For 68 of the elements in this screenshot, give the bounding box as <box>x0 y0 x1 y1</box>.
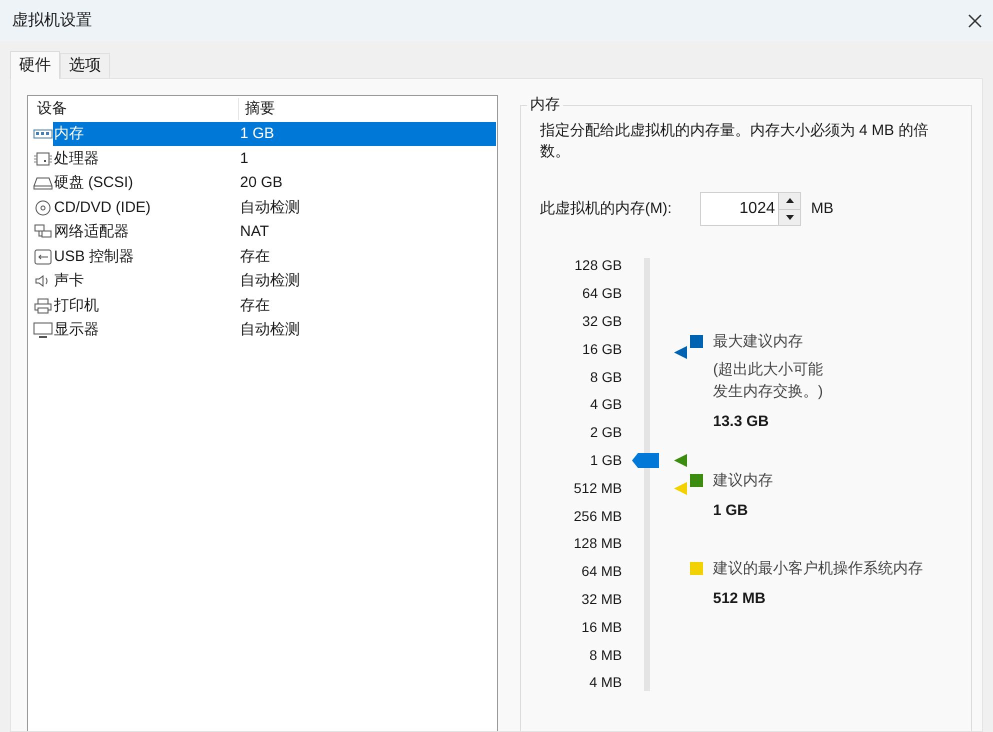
device-summary: NAT <box>240 222 269 242</box>
tick-label: 32 GB <box>582 312 622 331</box>
device-name: USB 控制器 <box>53 246 136 266</box>
device-row[interactable]: CD/DVD (IDE) 自动检测 <box>53 196 496 220</box>
device-summary: 存在 <box>240 246 270 266</box>
device-row[interactable]: 声卡 自动检测 <box>53 269 496 294</box>
legend-value: 13.3 GB <box>713 412 770 432</box>
tick-label: 32 MB <box>582 590 622 609</box>
device-summary: 自动检测 <box>240 198 300 218</box>
tick-label: 128 MB <box>574 534 622 554</box>
device-row[interactable]: 内存 1 GB <box>53 122 496 146</box>
cd-icon <box>33 200 53 216</box>
window-title: 虚拟机设置 <box>12 10 92 30</box>
unit-label: MB <box>811 198 834 219</box>
description-text: 指定分配给此虚拟机的内存量。内存大小必须为 4 MB 的倍数。 <box>540 121 930 162</box>
device-row[interactable]: 网络适配器 NAT <box>53 220 496 244</box>
legend-note: (超出此大小可能发生内存交换。) <box>713 360 824 402</box>
slider-thumb[interactable] <box>632 453 659 468</box>
tick-label: 64 GB <box>582 284 622 304</box>
device-name: 内存 <box>53 124 85 144</box>
device-row[interactable]: USB 控制器 存在 <box>53 244 496 269</box>
tick-label: 4 MB <box>589 673 622 692</box>
legend-label: 建议内存 <box>713 470 773 490</box>
device-name: 打印机 <box>53 296 100 316</box>
tick-label: 64 MB <box>582 562 622 582</box>
device-row[interactable]: 显示器 自动检测 <box>53 318 496 342</box>
tick-label: 8 MB <box>589 646 622 665</box>
tab[interactable]: 硬件 <box>10 51 60 79</box>
cpu-icon <box>33 150 53 167</box>
network-icon <box>33 224 53 240</box>
device-name: CD/DVD (IDE) <box>53 198 152 218</box>
legend-label: 建议的最小客户机操作系统内存 <box>713 559 923 579</box>
up-icon <box>786 198 794 204</box>
tick-label: 4 GB <box>590 395 622 414</box>
device-name: 声卡 <box>53 271 85 291</box>
tick-label: 8 GB <box>590 368 622 387</box>
tick-label: 256 MB <box>574 506 622 526</box>
device-name: 处理器 <box>53 148 100 168</box>
device-summary: 1 <box>240 148 248 168</box>
tab[interactable]: 选项 <box>60 53 110 78</box>
device-name: 硬盘 (SCSI) <box>53 173 134 193</box>
tick-label: 2 GB <box>590 423 622 442</box>
memory-spinbox[interactable]: 1024 <box>700 192 801 226</box>
legend-value: 1 GB <box>713 500 750 520</box>
close-icon[interactable] <box>967 12 983 28</box>
column-header[interactable]: 摘要 <box>239 98 275 120</box>
device-summary: 自动检测 <box>240 320 300 340</box>
tick-label: 1 GB <box>590 450 622 470</box>
field-label: 此虚拟机的内存(M): <box>540 198 673 219</box>
display-icon <box>33 322 53 338</box>
tick-label: 16 GB <box>582 340 622 359</box>
down-icon <box>786 214 794 220</box>
device-name: 显示器 <box>53 320 100 340</box>
tick-label: 16 MB <box>582 618 622 637</box>
legend-label: 最大建议内存 <box>713 332 804 352</box>
device-name: 网络适配器 <box>53 222 130 242</box>
device-summary: 20 GB <box>240 173 283 193</box>
column-header[interactable]: 设备 <box>33 98 239 120</box>
device-summary: 1 GB <box>240 124 274 144</box>
device-summary: 存在 <box>240 296 270 316</box>
device-row[interactable]: 打印机 存在 <box>53 294 496 318</box>
device-summary: 自动检测 <box>240 271 300 291</box>
printer-icon <box>33 298 53 314</box>
tick-label: 128 GB <box>574 256 622 276</box>
device-row[interactable]: 处理器 1 <box>53 146 496 171</box>
tick-label: 512 MB <box>574 478 622 498</box>
device-row[interactable]: 硬盘 (SCSI) 20 GB <box>53 171 496 196</box>
legend-value: 512 MB <box>713 589 767 609</box>
